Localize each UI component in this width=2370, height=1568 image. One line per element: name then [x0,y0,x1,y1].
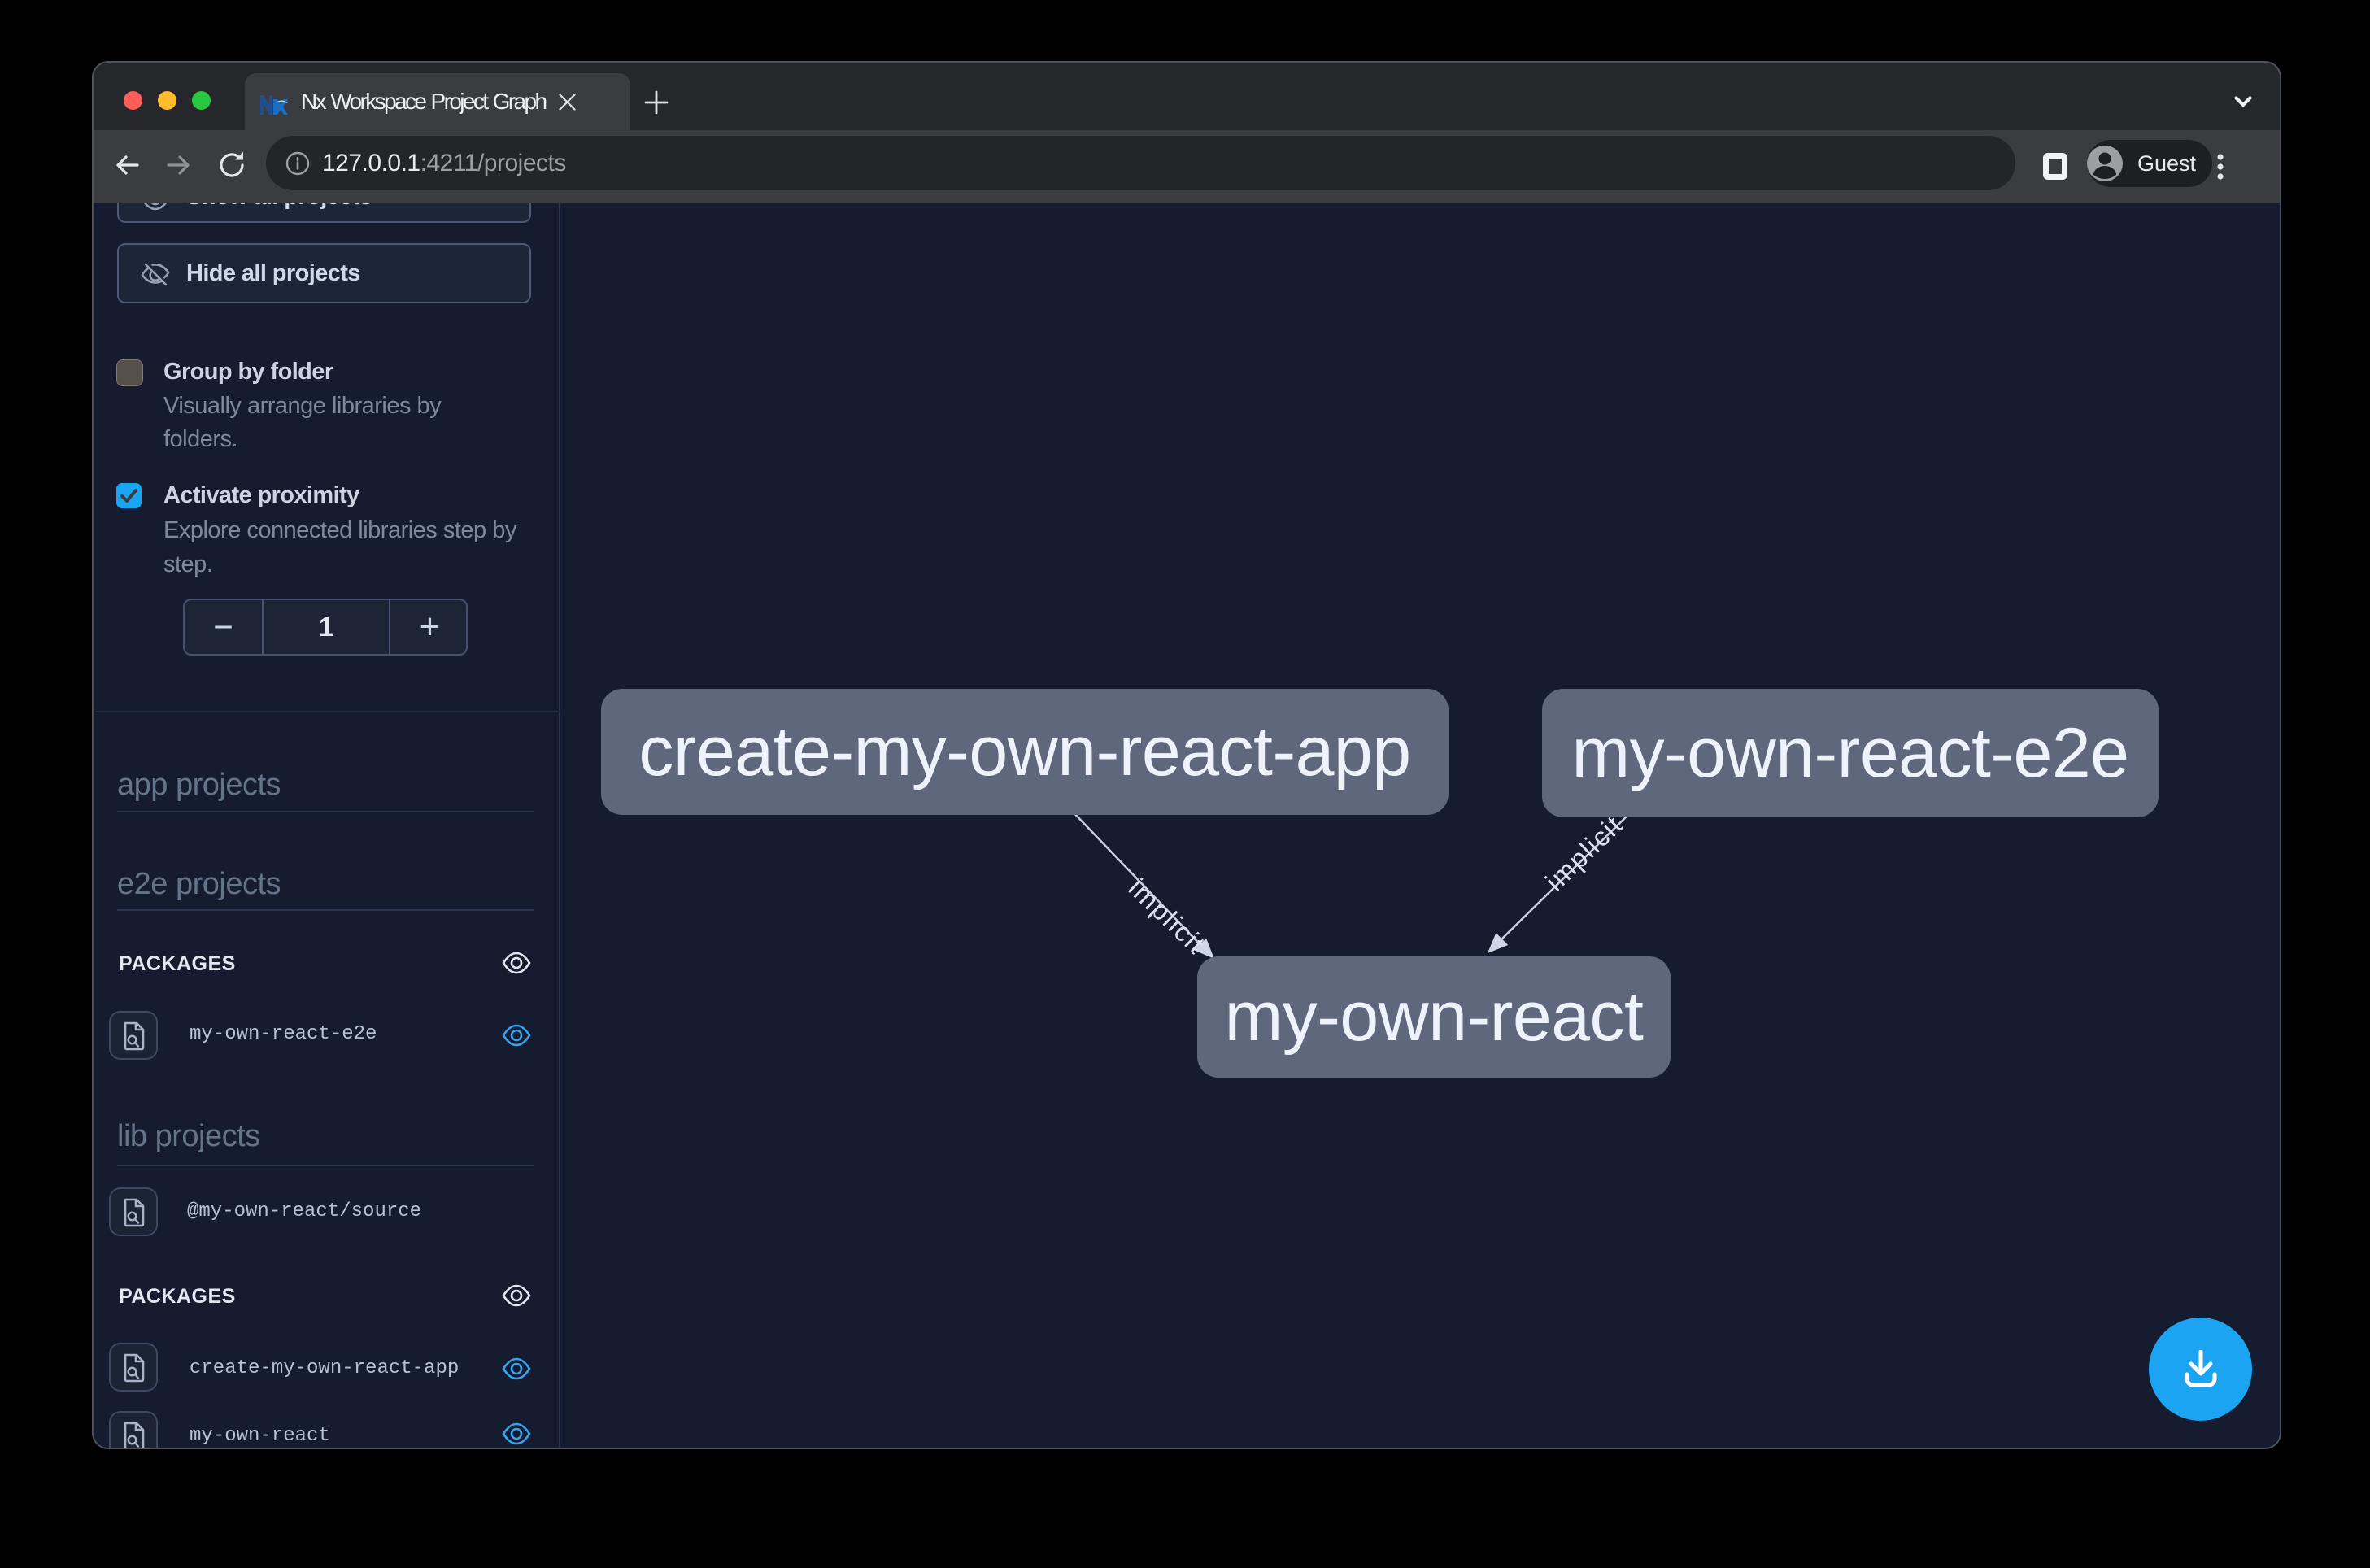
svg-text:implicit: implicit [1122,873,1212,960]
svg-text:implicit: implicit [1540,809,1629,897]
